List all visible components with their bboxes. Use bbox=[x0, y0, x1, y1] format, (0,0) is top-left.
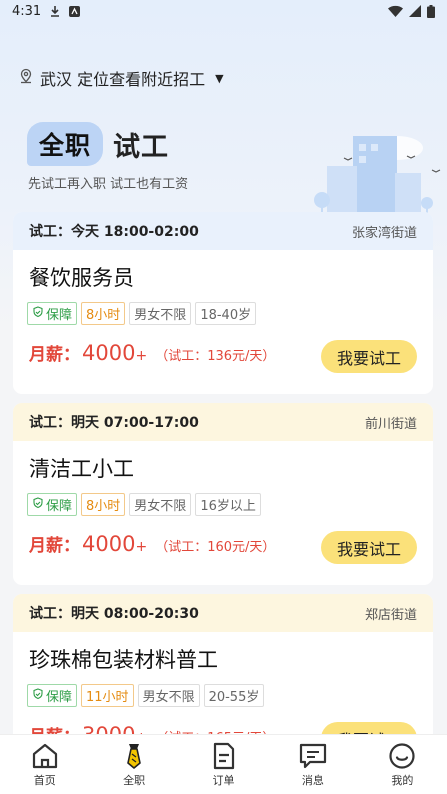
nav-home[interactable]: 首页 bbox=[0, 735, 89, 794]
status-bar: 4:31 bbox=[0, 0, 447, 22]
app-notification-icon bbox=[69, 5, 81, 17]
job-list: 试工：今天 18:00-02:00 张家湾街道 餐饮服务员 保障 8小时 男女不… bbox=[13, 212, 433, 785]
tag-list: 保障 8小时 男女不限 16岁以上 bbox=[27, 493, 433, 516]
fulltime-pill: 全职 bbox=[27, 122, 104, 166]
bottom-nav: 首页 全职 订单 消息 我的 bbox=[0, 734, 447, 794]
nav-orders[interactable]: 订单 bbox=[179, 735, 268, 794]
guarantee-label: 保障 bbox=[46, 690, 73, 705]
street-name: 郑店街道 bbox=[364, 607, 417, 623]
age-tag: 20-55岁 bbox=[203, 684, 265, 707]
tag-list: 保障 11小时 男女不限 20-55岁 bbox=[27, 684, 433, 707]
message-icon bbox=[298, 742, 328, 770]
nav-label: 首页 bbox=[33, 773, 56, 787]
location-pin-icon bbox=[18, 68, 34, 88]
home-icon bbox=[30, 742, 60, 770]
guarantee-label: 保障 bbox=[46, 308, 73, 323]
age-tag: 16岁以上 bbox=[195, 493, 261, 516]
wifi-icon bbox=[388, 5, 403, 17]
shield-check-icon bbox=[32, 496, 44, 513]
trial-pay: （试工：136元/天） bbox=[155, 349, 276, 364]
salary-plus: + bbox=[135, 539, 148, 555]
nav-messages[interactable]: 消息 bbox=[268, 735, 357, 794]
gender-tag: 男女不限 bbox=[137, 684, 200, 707]
signal-icon bbox=[409, 5, 421, 17]
shield-check-icon bbox=[32, 305, 44, 322]
card-header: 试工：今天 18:00-02:00 张家湾街道 bbox=[13, 212, 433, 250]
location-selector[interactable]: 武汉 定位查看附近招工 ▼ bbox=[18, 66, 224, 90]
salary-value: 4000 bbox=[82, 341, 136, 365]
job-card[interactable]: 试工：明天 07:00-17:00 前川街道 清洁工小工 保障 8小时 男女不限… bbox=[13, 403, 433, 585]
job-title: 清洁工小工 bbox=[29, 457, 134, 481]
trial-heading: 试工 bbox=[113, 131, 170, 163]
nav-label: 我的 bbox=[391, 773, 414, 787]
nav-fulltime[interactable]: 全职 bbox=[89, 735, 178, 794]
card-header: 试工：明天 08:00-20:30 郑店街道 bbox=[13, 594, 433, 632]
street-name: 张家湾街道 bbox=[351, 225, 417, 241]
gender-tag: 男女不限 bbox=[129, 302, 192, 325]
salary-value: 4000 bbox=[82, 532, 136, 556]
job-title: 餐饮服务员 bbox=[29, 266, 134, 290]
guarantee-tag: 保障 bbox=[27, 684, 78, 707]
street-name: 前川街道 bbox=[364, 416, 417, 432]
battery-icon bbox=[427, 4, 435, 18]
nav-profile[interactable]: 我的 bbox=[358, 735, 447, 794]
nav-label: 全职 bbox=[123, 773, 146, 787]
caret-down-icon: ▼ bbox=[215, 71, 224, 85]
hours-tag: 8小时 bbox=[81, 302, 126, 325]
guarantee-tag: 保障 bbox=[27, 302, 78, 325]
job-title: 珍珠棉包装材料普工 bbox=[29, 648, 218, 672]
guarantee-tag: 保障 bbox=[27, 493, 78, 516]
location-text: 武汉 定位查看附近招工 bbox=[40, 70, 206, 89]
tag-list: 保障 8小时 男女不限 18-40岁 bbox=[27, 302, 433, 325]
trial-time: 试工：明天 07:00-17:00 bbox=[29, 415, 199, 431]
apply-trial-button[interactable]: 我要试工 bbox=[321, 531, 417, 564]
salary-label: 月薪： bbox=[29, 345, 80, 365]
salary-plus: + bbox=[135, 348, 148, 364]
nav-label: 订单 bbox=[212, 773, 235, 787]
trial-pay: （试工：160元/天） bbox=[155, 540, 276, 555]
hero-title: 全职 试工 bbox=[27, 122, 169, 166]
download-icon bbox=[49, 5, 61, 17]
nav-label: 消息 bbox=[301, 773, 324, 787]
tie-icon bbox=[122, 742, 146, 770]
salary-label: 月薪： bbox=[29, 536, 80, 556]
status-time: 4:31 bbox=[12, 3, 42, 19]
gender-tag: 男女不限 bbox=[129, 493, 192, 516]
hours-tag: 11小时 bbox=[81, 684, 134, 707]
guarantee-label: 保障 bbox=[46, 499, 73, 514]
hero-subtitle: 先试工再入职 试工也有工资 bbox=[28, 177, 189, 192]
age-tag: 18-40岁 bbox=[195, 302, 257, 325]
card-header: 试工：明天 07:00-17:00 前川街道 bbox=[13, 403, 433, 441]
document-icon bbox=[211, 742, 237, 770]
apply-trial-button[interactable]: 我要试工 bbox=[321, 340, 417, 373]
trial-time: 试工：今天 18:00-02:00 bbox=[29, 224, 199, 240]
hours-tag: 8小时 bbox=[81, 493, 126, 516]
shield-check-icon bbox=[32, 687, 44, 704]
job-card[interactable]: 试工：今天 18:00-02:00 张家湾街道 餐饮服务员 保障 8小时 男女不… bbox=[13, 212, 433, 394]
city-buildings-illustration bbox=[314, 136, 441, 218]
smiley-icon bbox=[388, 742, 416, 770]
trial-time: 试工：明天 08:00-20:30 bbox=[29, 606, 199, 622]
